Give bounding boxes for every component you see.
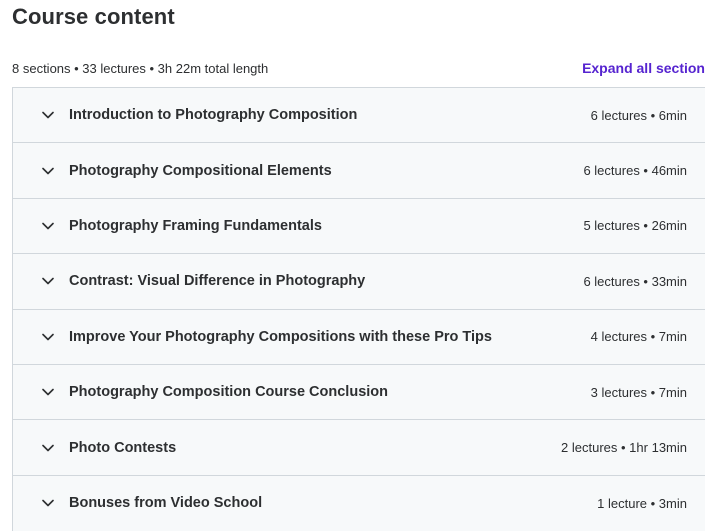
chevron-down-icon: [41, 441, 55, 455]
section-meta: 4 lectures • 7min: [590, 329, 687, 345]
page-title: Course content: [12, 4, 175, 29]
section-meta: 6 lectures • 6min: [590, 107, 687, 123]
section-row[interactable]: Photo Contests 2 lectures • 1hr 13min: [13, 420, 705, 476]
section-meta: 5 lectures • 26min: [583, 218, 687, 234]
chevron-down-icon: [41, 108, 55, 122]
section-row[interactable]: Photography Compositional Elements 6 lec…: [13, 143, 705, 199]
expand-all-sections-button[interactable]: Expand all section: [582, 60, 705, 76]
section-meta: 6 lectures • 33min: [583, 273, 687, 289]
section-title: Contrast: Visual Difference in Photograp…: [69, 273, 366, 290]
chevron-down-icon: [41, 219, 55, 233]
course-summary: 8 sections • 33 lectures • 3h 22m total …: [12, 60, 269, 76]
section-title: Improve Your Photography Compositions wi…: [69, 328, 492, 345]
section-title: Bonuses from Video School: [69, 495, 263, 512]
section-title: Photography Framing Fundamentals: [69, 217, 322, 234]
section-row[interactable]: Photography Framing Fundamentals 5 lectu…: [13, 198, 705, 255]
section-title: Introduction to Photography Composition: [69, 107, 358, 124]
section-meta: 2 lectures • 1hr 13min: [561, 440, 687, 456]
chevron-down-icon: [41, 164, 55, 178]
chevron-down-icon: [41, 496, 55, 510]
sections-accordion: Introduction to Photography Composition …: [12, 87, 705, 531]
section-row[interactable]: Bonuses from Video School 1 lecture • 3m…: [13, 475, 705, 531]
section-title: Photo Contests: [69, 439, 177, 456]
section-title: Photography Composition Course Conclusio…: [69, 384, 388, 401]
section-meta: 1 lecture • 3min: [597, 495, 687, 511]
section-title: Photography Compositional Elements: [69, 162, 332, 179]
section-row[interactable]: Photography Composition Course Conclusio…: [13, 364, 705, 421]
section-row[interactable]: Improve Your Photography Compositions wi…: [13, 309, 705, 365]
chevron-down-icon: [41, 330, 55, 344]
section-meta: 3 lectures • 7min: [590, 384, 687, 400]
chevron-down-icon: [41, 274, 55, 288]
section-meta: 6 lectures • 46min: [583, 163, 687, 179]
chevron-down-icon: [41, 385, 55, 399]
course-summary-row: 8 sections • 33 lectures • 3h 22m total …: [12, 58, 705, 78]
section-row[interactable]: Introduction to Photography Composition …: [13, 88, 705, 144]
course-content-panel: Course content 8 sections • 33 lectures …: [0, 0, 705, 531]
section-row[interactable]: Contrast: Visual Difference in Photograp…: [13, 254, 705, 310]
